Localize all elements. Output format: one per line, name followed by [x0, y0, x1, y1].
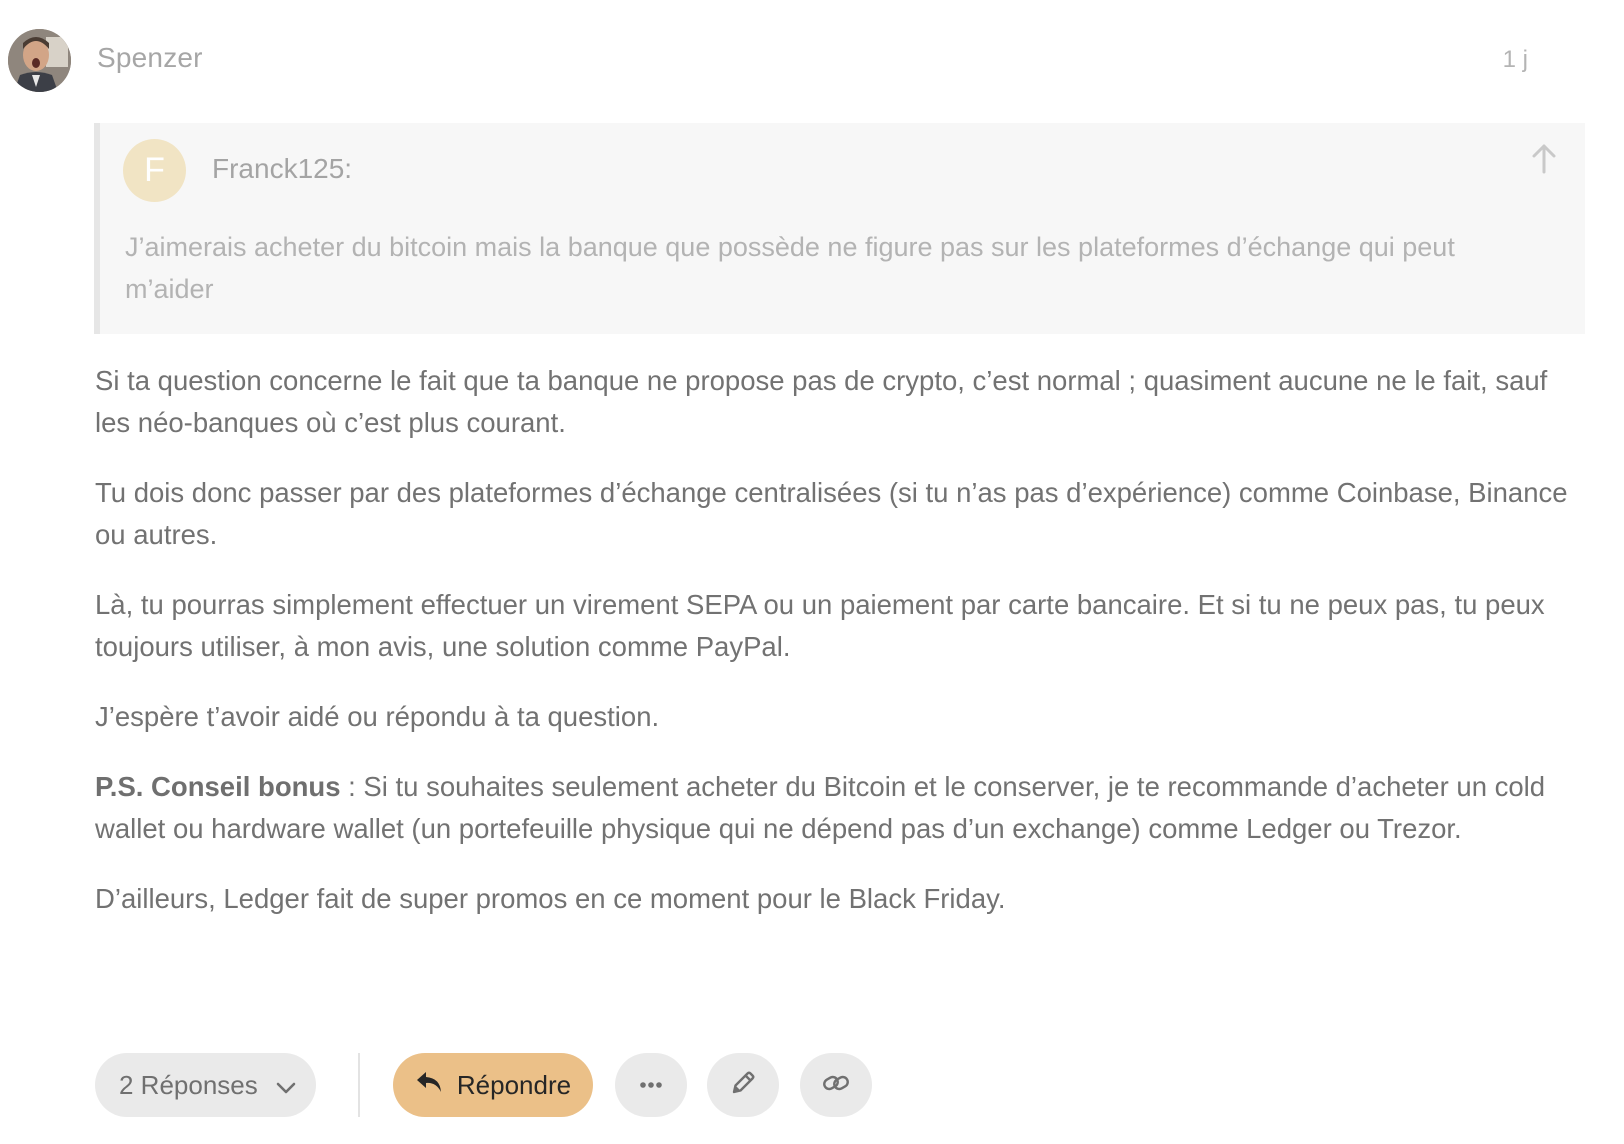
show-replies-label: 2 Réponses	[119, 1069, 258, 1100]
post-paragraph: D’ailleurs, Ledger fait de super promos …	[95, 883, 1006, 914]
pencil-icon	[730, 1070, 756, 1101]
quote-avatar[interactable]: F	[123, 139, 186, 202]
quote-block: F Franck125: J’aimerais acheter du bitco…	[94, 123, 1585, 334]
ellipsis-icon	[639, 1076, 663, 1094]
post-paragraph: Si ta question concerne le fait que ta b…	[95, 365, 1548, 438]
post-paragraph: P.S. Conseil bonus : Si tu souhaites seu…	[95, 766, 1585, 850]
actions-divider	[358, 1053, 360, 1117]
chevron-down-icon	[276, 1070, 296, 1101]
forum-post: Spenzer 1 j F Franck125: J’aimerais ache…	[0, 0, 1624, 1144]
post-date[interactable]: 1 j	[1503, 46, 1528, 74]
edit-button[interactable]	[707, 1053, 779, 1117]
post-paragraph: Là, tu pourras simplement effectuer un v…	[95, 589, 1545, 662]
more-actions-button[interactable]	[615, 1053, 687, 1117]
share-link-button[interactable]	[800, 1053, 872, 1117]
quote-author: Franck125:	[212, 153, 353, 184]
quote-text: J’aimerais acheter du bitcoin mais la ba…	[125, 232, 1455, 304]
bonus-tip-heading: P.S. Conseil bonus	[95, 771, 341, 802]
user-avatar[interactable]	[8, 29, 71, 92]
show-replies-button[interactable]: 2 Réponses	[95, 1053, 316, 1117]
reply-label: Répondre	[456, 1069, 572, 1100]
post-body: Si ta question concerne le fait que ta b…	[95, 360, 1585, 948]
link-icon	[822, 1073, 850, 1098]
post-paragraph: J’espère t’avoir aidé ou répondu à ta qu…	[95, 701, 660, 732]
post-username[interactable]: Spenzer	[97, 42, 203, 74]
reply-icon	[415, 1070, 443, 1101]
arrow-up-icon[interactable]	[1531, 143, 1557, 175]
user-avatar-image	[8, 29, 71, 92]
post-paragraph: Tu dois donc passer par des plateformes …	[95, 477, 1568, 550]
post-actions: 2 Réponses Répondre	[95, 1053, 995, 1117]
reply-button[interactable]: Répondre	[393, 1053, 593, 1117]
